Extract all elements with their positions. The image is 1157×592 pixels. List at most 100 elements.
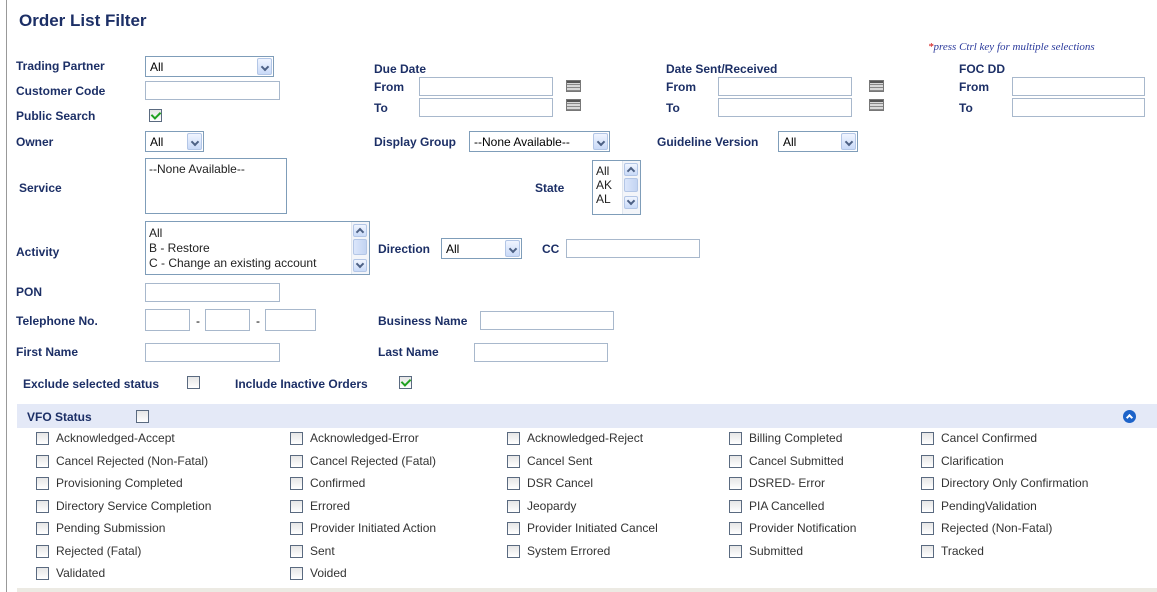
exclude-selected-status-checkbox[interactable] <box>187 376 200 389</box>
customer-code-input[interactable] <box>145 81 280 100</box>
cc-input[interactable] <box>566 239 700 258</box>
status-checkbox[interactable] <box>290 545 303 558</box>
status-checkbox[interactable] <box>729 432 742 445</box>
vfo-status-header: VFO Status <box>17 404 1157 428</box>
status-checkbox[interactable] <box>507 455 520 468</box>
telephone-line-input[interactable] <box>265 309 316 331</box>
status-checkbox[interactable] <box>290 455 303 468</box>
due-date-from-input[interactable] <box>419 77 553 96</box>
status-checkbox[interactable] <box>36 522 49 535</box>
collapse-icon[interactable] <box>1123 410 1136 423</box>
status-checkbox[interactable] <box>921 522 934 535</box>
state-listbox[interactable]: All AK AL <box>592 160 641 215</box>
status-label: Directory Only Confirmation <box>941 476 1089 490</box>
status-checkbox[interactable] <box>36 567 49 580</box>
status-label: Cancel Confirmed <box>941 431 1038 445</box>
status-label: Pending Submission <box>56 521 166 535</box>
status-checkbox[interactable] <box>921 455 934 468</box>
status-checkbox[interactable] <box>36 455 49 468</box>
scrollbar[interactable] <box>622 161 640 214</box>
scrollbar[interactable] <box>351 222 369 274</box>
status-checkbox[interactable] <box>290 477 303 490</box>
list-option[interactable]: AL <box>596 193 611 205</box>
activity-listbox[interactable]: All B - Restore C - Change an existing a… <box>145 221 370 275</box>
scroll-up-icon[interactable] <box>624 163 638 176</box>
status-checkbox[interactable] <box>290 567 303 580</box>
status-label: PIA Cancelled <box>749 499 825 513</box>
status-label: Cancel Submitted <box>749 454 844 468</box>
scroll-down-icon[interactable] <box>353 259 367 272</box>
calendar-icon[interactable] <box>869 99 884 111</box>
status-checkbox[interactable] <box>290 522 303 535</box>
service-listbox[interactable]: --None Available-- <box>145 158 287 214</box>
status-label: Confirmed <box>310 476 366 490</box>
status-checkbox[interactable] <box>507 432 520 445</box>
status-label: Billing Completed <box>749 431 843 445</box>
status-label: Clarification <box>941 454 1004 468</box>
chevron-down-icon <box>257 58 272 75</box>
vfo-status-select-all-checkbox[interactable] <box>136 410 149 423</box>
trading-partner-label: Trading Partner <box>16 59 105 73</box>
status-checkbox[interactable] <box>921 432 934 445</box>
telephone-separator: - <box>196 314 200 328</box>
scroll-up-icon[interactable] <box>353 224 367 237</box>
pon-input[interactable] <box>145 283 280 302</box>
status-checkbox[interactable] <box>729 455 742 468</box>
status-checkbox[interactable] <box>729 500 742 513</box>
last-name-input[interactable] <box>474 343 608 362</box>
trading-partner-select[interactable]: All <box>145 56 274 77</box>
display-group-select[interactable]: --None Available-- <box>469 131 610 152</box>
status-checkbox[interactable] <box>507 522 520 535</box>
status-checkbox[interactable] <box>36 500 49 513</box>
calendar-icon[interactable] <box>566 99 581 111</box>
list-option[interactable]: AK <box>596 179 612 191</box>
list-option[interactable]: --None Available-- <box>149 163 245 175</box>
status-checkbox[interactable] <box>921 477 934 490</box>
status-checkbox[interactable] <box>507 500 520 513</box>
status-checkbox[interactable] <box>729 477 742 490</box>
status-checkbox[interactable] <box>921 545 934 558</box>
list-option[interactable]: B - Restore <box>149 242 210 254</box>
status-checkbox[interactable] <box>507 477 520 490</box>
status-checkbox[interactable] <box>36 477 49 490</box>
status-checkbox[interactable] <box>36 545 49 558</box>
status-checkbox[interactable] <box>921 500 934 513</box>
status-checkbox[interactable] <box>507 545 520 558</box>
due-date-from-label: From <box>374 80 404 94</box>
first-name-input[interactable] <box>145 343 280 362</box>
chevron-down-icon <box>505 240 520 257</box>
business-name-input[interactable] <box>480 311 614 330</box>
activity-label: Activity <box>16 245 60 259</box>
list-option[interactable]: All <box>596 165 609 177</box>
foc-dd-to-input[interactable] <box>1012 98 1145 117</box>
exclude-selected-status-label: Exclude selected status <box>23 377 160 391</box>
calendar-icon[interactable] <box>566 80 581 92</box>
foc-dd-from-input[interactable] <box>1012 77 1145 96</box>
status-label: Rejected (Non-Fatal) <box>941 521 1053 535</box>
telephone-prefix-input[interactable] <box>205 309 250 331</box>
status-checkbox[interactable] <box>729 545 742 558</box>
include-inactive-orders-checkbox[interactable] <box>399 376 412 389</box>
status-checkbox[interactable] <box>729 522 742 535</box>
public-search-checkbox[interactable] <box>149 109 162 122</box>
due-date-to-input[interactable] <box>419 98 553 117</box>
chevron-down-icon <box>841 133 856 150</box>
telephone-area-code-input[interactable] <box>145 309 190 331</box>
scroll-thumb[interactable] <box>353 239 367 255</box>
direction-select[interactable]: All <box>441 238 522 259</box>
scroll-thumb[interactable] <box>624 178 638 192</box>
status-checkbox[interactable] <box>36 432 49 445</box>
date-sent-from-label: From <box>666 80 696 94</box>
date-sent-from-input[interactable] <box>718 77 852 96</box>
list-option[interactable]: C - Change an existing account <box>149 257 316 269</box>
owner-select[interactable]: All <box>145 131 204 152</box>
calendar-icon[interactable] <box>869 80 884 92</box>
guideline-version-select[interactable]: All <box>778 131 858 152</box>
status-checkbox[interactable] <box>290 432 303 445</box>
page-title: Order List Filter <box>19 11 147 30</box>
list-option[interactable]: All <box>149 227 162 239</box>
date-sent-to-input[interactable] <box>718 98 852 117</box>
divider <box>17 588 1157 592</box>
scroll-down-icon[interactable] <box>624 196 638 209</box>
status-checkbox[interactable] <box>290 500 303 513</box>
